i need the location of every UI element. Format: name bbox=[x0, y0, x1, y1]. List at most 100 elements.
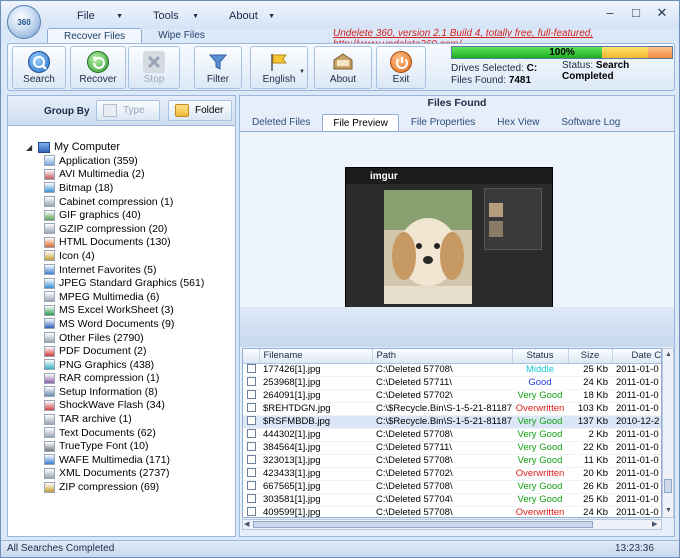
table-row[interactable]: 409599[1].jpg C:\Deleted 57708\ Overwritte… bbox=[243, 506, 661, 517]
tab-recover-files[interactable]: Recover Files bbox=[47, 28, 143, 43]
tree-item[interactable]: Other Files (2790) bbox=[44, 331, 204, 345]
tree-item[interactable]: MS Word Documents (9) bbox=[44, 317, 204, 331]
recover-button[interactable]: Recover bbox=[70, 46, 126, 89]
tab-hex-view[interactable]: Hex View bbox=[487, 114, 549, 131]
row-checkbox[interactable] bbox=[243, 506, 259, 517]
groupby-folder-button[interactable]: Folder bbox=[168, 100, 232, 121]
tree-item[interactable]: GZIP compression (20) bbox=[44, 222, 204, 236]
table-row[interactable]: $RSFMBDB.jpg C:\$Recycle.Bin\S-1-5-21-811… bbox=[243, 415, 661, 429]
row-checkbox[interactable] bbox=[243, 454, 259, 468]
col-status[interactable]: Status bbox=[512, 349, 569, 364]
menu-file[interactable]: File ▼ bbox=[55, 7, 131, 25]
tree-item[interactable]: MS Excel WorkSheet (3) bbox=[44, 304, 204, 318]
menu-tools[interactable]: Tools ▼ bbox=[131, 7, 207, 25]
minimize-icon[interactable]: – bbox=[597, 4, 623, 22]
checkbox-icon[interactable] bbox=[246, 376, 256, 386]
tree-item[interactable]: WAFE Multimedia (171) bbox=[44, 453, 204, 467]
filter-button[interactable]: Filter bbox=[194, 46, 242, 89]
tab-file-preview[interactable]: File Preview bbox=[322, 114, 399, 131]
tree-item[interactable]: PNG Graphics (438) bbox=[44, 358, 204, 372]
tree-item[interactable]: TAR archive (1) bbox=[44, 412, 204, 426]
tree-item[interactable]: MPEG Multimedia (6) bbox=[44, 290, 204, 304]
row-checkbox[interactable] bbox=[243, 480, 259, 494]
menu-about[interactable]: About ▼ bbox=[207, 7, 283, 25]
row-checkbox[interactable] bbox=[243, 363, 259, 377]
table-row[interactable]: 423433[1].jpg C:\Deleted 57702\ Overwritte… bbox=[243, 467, 661, 481]
tab-deleted-files[interactable]: Deleted Files bbox=[242, 114, 320, 131]
tree-item[interactable]: PDF Document (2) bbox=[44, 344, 204, 358]
collapse-icon[interactable]: ◢ bbox=[26, 143, 38, 152]
tree-item[interactable]: JPEG Standard Graphics (561) bbox=[44, 276, 204, 290]
tree-root[interactable]: ◢ My Computer bbox=[26, 140, 204, 154]
tree-item[interactable]: ShockWave Flash (34) bbox=[44, 399, 204, 413]
row-checkbox[interactable] bbox=[243, 441, 259, 455]
row-checkbox[interactable] bbox=[243, 402, 259, 416]
checkbox-icon[interactable] bbox=[246, 363, 256, 373]
maximize-icon[interactable]: □ bbox=[623, 4, 649, 22]
tree-item[interactable]: Internet Favorites (5) bbox=[44, 263, 204, 277]
tree-item[interactable]: AVI Multimedia (2) bbox=[44, 168, 204, 182]
tree-item[interactable]: RAR compression (1) bbox=[44, 372, 204, 386]
table-row[interactable]: 323013[1].jpg C:\Deleted 57708\ Very Good 1… bbox=[243, 454, 661, 468]
scroll-thumb[interactable] bbox=[664, 479, 672, 493]
tab-software-log[interactable]: Software Log bbox=[551, 114, 630, 131]
tab-wipe-files[interactable]: Wipe Files bbox=[142, 28, 221, 43]
tree-item[interactable]: Icon (4) bbox=[44, 249, 204, 263]
language-button[interactable]: English ▼ bbox=[250, 46, 308, 89]
checkbox-icon[interactable] bbox=[246, 506, 256, 516]
row-checkbox[interactable] bbox=[243, 493, 259, 507]
checkbox-icon[interactable] bbox=[246, 467, 256, 477]
tree-item[interactable]: TrueType Font (10) bbox=[44, 439, 204, 453]
tree-item[interactable]: HTML Documents (130) bbox=[44, 236, 204, 250]
tree-item[interactable]: ZIP compression (69) bbox=[44, 480, 204, 494]
tree-item[interactable]: XML Documents (2737) bbox=[44, 467, 204, 481]
exit-button[interactable]: Exit bbox=[376, 46, 426, 89]
tree-item[interactable]: Bitmap (18) bbox=[44, 181, 204, 195]
table-row[interactable]: 667565[1].jpg C:\Deleted 57708\ Very Good 2… bbox=[243, 480, 661, 494]
col-date[interactable]: Date Cre bbox=[612, 349, 661, 364]
col-filename[interactable]: Filename bbox=[259, 349, 373, 364]
table-row[interactable]: 303581[1].jpg C:\Deleted 57704\ Very Good 2… bbox=[243, 493, 661, 507]
groupby-type-button[interactable]: Type bbox=[96, 100, 160, 121]
tab-file-properties[interactable]: File Properties bbox=[401, 114, 485, 131]
about-button[interactable]: About bbox=[314, 46, 372, 89]
row-checkbox[interactable] bbox=[243, 389, 259, 403]
search-button[interactable]: Search bbox=[12, 46, 66, 89]
table-row[interactable]: 444302[1].jpg C:\Deleted 57708\ Very Good 2… bbox=[243, 428, 661, 442]
scroll-down-icon[interactable]: ▼ bbox=[665, 506, 672, 516]
horizontal-scrollbar[interactable]: ◀ ▶ bbox=[242, 519, 662, 530]
tree-item[interactable]: Cabinet compression (1) bbox=[44, 195, 204, 209]
vertical-scrollbar[interactable]: ▲ ▼ bbox=[662, 348, 674, 518]
app-logo-icon[interactable]: 360 bbox=[7, 5, 41, 39]
stop-button[interactable]: Stop bbox=[128, 46, 180, 89]
table-row[interactable]: 177426[1].jpg C:\Deleted 57708\ Middle 25 K… bbox=[243, 363, 661, 377]
row-checkbox[interactable] bbox=[243, 428, 259, 442]
table-row[interactable]: 264091[1].jpg C:\Deleted 57702\ Very Good 1… bbox=[243, 389, 661, 403]
checkbox-icon[interactable] bbox=[246, 389, 256, 399]
checkbox-icon[interactable] bbox=[246, 454, 256, 464]
row-checkbox[interactable] bbox=[243, 415, 259, 429]
tree-item[interactable]: Application (359) bbox=[44, 154, 204, 168]
scroll-up-icon[interactable]: ▲ bbox=[665, 350, 672, 360]
row-checkbox[interactable] bbox=[243, 376, 259, 390]
col-path[interactable]: Path bbox=[372, 349, 513, 364]
row-checkbox[interactable] bbox=[243, 467, 259, 481]
checkbox-icon[interactable] bbox=[246, 402, 256, 412]
tree-item[interactable]: Text Documents (62) bbox=[44, 426, 204, 440]
table-row[interactable]: 384564[1].jpg C:\Deleted 57711\ Very Good 2… bbox=[243, 441, 661, 455]
checkbox-icon[interactable] bbox=[246, 480, 256, 490]
scroll-thumb-h[interactable] bbox=[253, 521, 593, 528]
scroll-left-icon[interactable]: ◀ bbox=[244, 520, 249, 530]
table-row[interactable]: 253968[1].jpg C:\Deleted 57711\ Good 24 Kb 2… bbox=[243, 376, 661, 390]
checkbox-icon[interactable] bbox=[246, 415, 256, 425]
table-row[interactable]: $REHTDGN.jpg C:\$Recycle.Bin\S-1-5-21-811… bbox=[243, 402, 661, 416]
checkbox-icon[interactable] bbox=[246, 428, 256, 438]
col-size[interactable]: Size bbox=[568, 349, 613, 364]
close-icon[interactable]: ✕ bbox=[649, 4, 675, 22]
tree-item[interactable]: GIF graphics (40) bbox=[44, 208, 204, 222]
col-check[interactable] bbox=[243, 349, 260, 364]
scroll-right-icon[interactable]: ▶ bbox=[652, 520, 657, 530]
tree-item[interactable]: Setup Information (8) bbox=[44, 385, 204, 399]
checkbox-icon[interactable] bbox=[246, 493, 256, 503]
checkbox-icon[interactable] bbox=[246, 441, 256, 451]
